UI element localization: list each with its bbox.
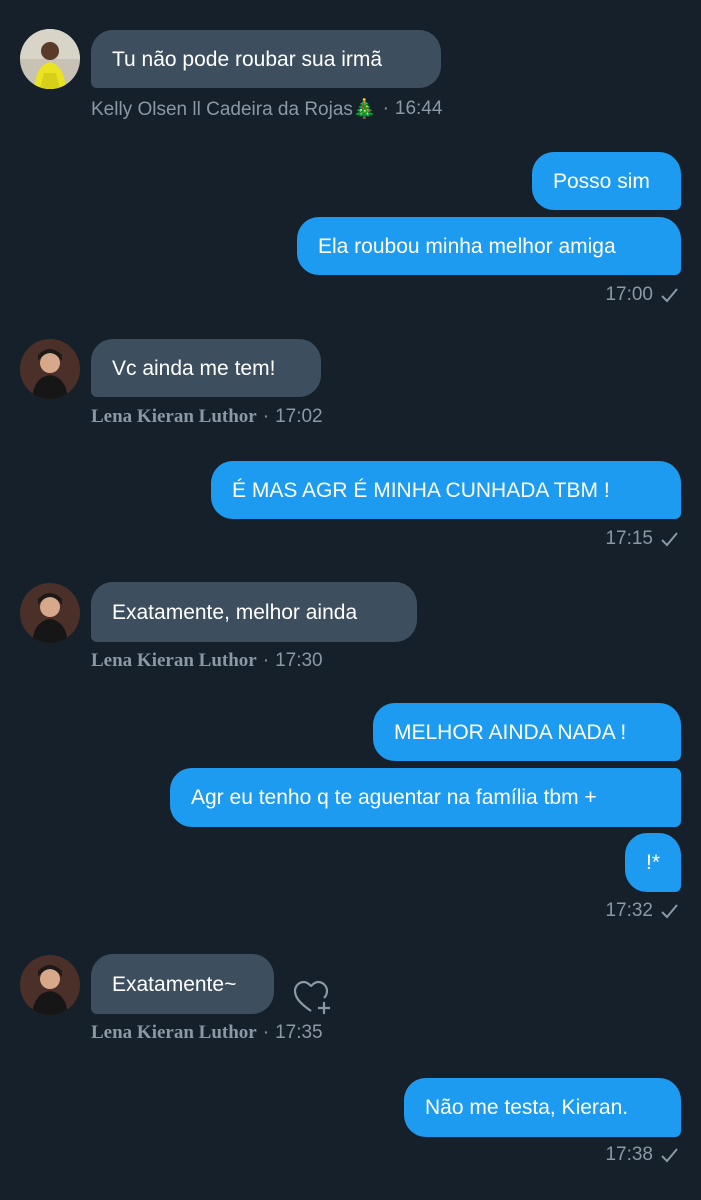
message-bubble-outgoing[interactable]: Posso sim (532, 152, 681, 210)
timestamp: 17:02 (275, 406, 323, 427)
checkmark-icon (661, 1148, 678, 1163)
avatar-kelly[interactable] (20, 29, 80, 89)
message-bubble-incoming[interactable]: Vc ainda me tem! (91, 339, 321, 397)
timestamp: 16:44 (394, 98, 443, 119)
message-text: É MAS AGR É MINHA CUNHADA TBM ! (232, 478, 610, 502)
message-bubble-incoming[interactable]: Exatamente, melhor ainda (91, 582, 417, 642)
message-meta: 17:15 (605, 528, 679, 550)
message-text: Exatamente, melhor ainda (112, 600, 358, 624)
message-meta: Kelly Olsen ll Cadeira da Rojas🎄 · 16:44 (91, 97, 442, 121)
avatar-image (20, 339, 80, 399)
message-text: Tu não pode roubar sua irmã (112, 47, 383, 71)
avatar-image (20, 583, 80, 643)
message-text: MELHOR AINDA NADA ! (394, 720, 627, 744)
avatar-lena[interactable] (20, 339, 80, 399)
sender-name[interactable]: Lena Kieran Luthor (91, 1022, 257, 1044)
checkmark-icon (661, 288, 678, 303)
message-meta: 17:32 (605, 900, 679, 922)
checkmark-icon (661, 532, 678, 547)
separator: · (262, 1022, 270, 1043)
message-bubble-outgoing[interactable]: !* (625, 833, 681, 892)
message-bubble-outgoing[interactable]: É MAS AGR É MINHA CUNHADA TBM ! (211, 461, 681, 519)
timestamp: 17:38 (605, 1144, 653, 1165)
checkmark-icon (661, 904, 678, 919)
timestamp: 17:00 (605, 284, 653, 305)
timestamp: 17:35 (275, 1022, 323, 1043)
message-text: Exatamente~ (112, 972, 237, 996)
sender-name[interactable]: Lena Kieran Luthor (91, 406, 257, 428)
message-text: Não me testa, Kieran. (425, 1096, 629, 1119)
message-bubble-incoming[interactable]: Exatamente~ (91, 954, 274, 1014)
avatar-lena[interactable] (20, 583, 80, 643)
message-bubble-outgoing[interactable]: MELHOR AINDA NADA ! (373, 703, 681, 761)
sender-name[interactable]: Lena Kieran Luthor (91, 650, 257, 672)
message-bubble-outgoing[interactable]: Agr eu tenho q te aguentar na família tb… (170, 768, 681, 827)
message-meta: Lena Kieran Luthor · 17:02 (91, 406, 323, 428)
heart-plus-icon[interactable] (291, 977, 333, 1017)
separator: · (262, 406, 270, 427)
timestamp: 17:30 (275, 650, 323, 671)
separator: · (382, 98, 389, 119)
separator: · (262, 650, 270, 671)
message-meta: Lena Kieran Luthor · 17:35 (91, 1022, 323, 1044)
message-text: Ela roubou minha melhor amiga (318, 234, 616, 258)
sender-name[interactable]: Kelly Olsen ll Cadeira da Rojas🎄 (91, 97, 377, 121)
message-text: !* (646, 851, 661, 874)
timestamp: 17:15 (605, 528, 653, 549)
message-text: Vc ainda me tem! (112, 356, 276, 380)
avatar-image (20, 29, 80, 89)
message-text: Agr eu tenho q te aguentar na família tb… (191, 786, 597, 809)
message-bubble-incoming[interactable]: Tu não pode roubar sua irmã (91, 30, 441, 88)
message-bubble-outgoing[interactable]: Não me testa, Kieran. (404, 1078, 681, 1137)
avatar-image (20, 955, 80, 1015)
message-text: Posso sim (553, 169, 650, 193)
message-meta: Lena Kieran Luthor · 17:30 (91, 650, 323, 672)
timestamp: 17:32 (605, 900, 653, 921)
avatar-lena[interactable] (20, 955, 80, 1015)
message-bubble-outgoing[interactable]: Ela roubou minha melhor amiga (297, 217, 681, 275)
message-meta: 17:38 (605, 1144, 679, 1166)
message-meta: 17:00 (605, 284, 679, 306)
